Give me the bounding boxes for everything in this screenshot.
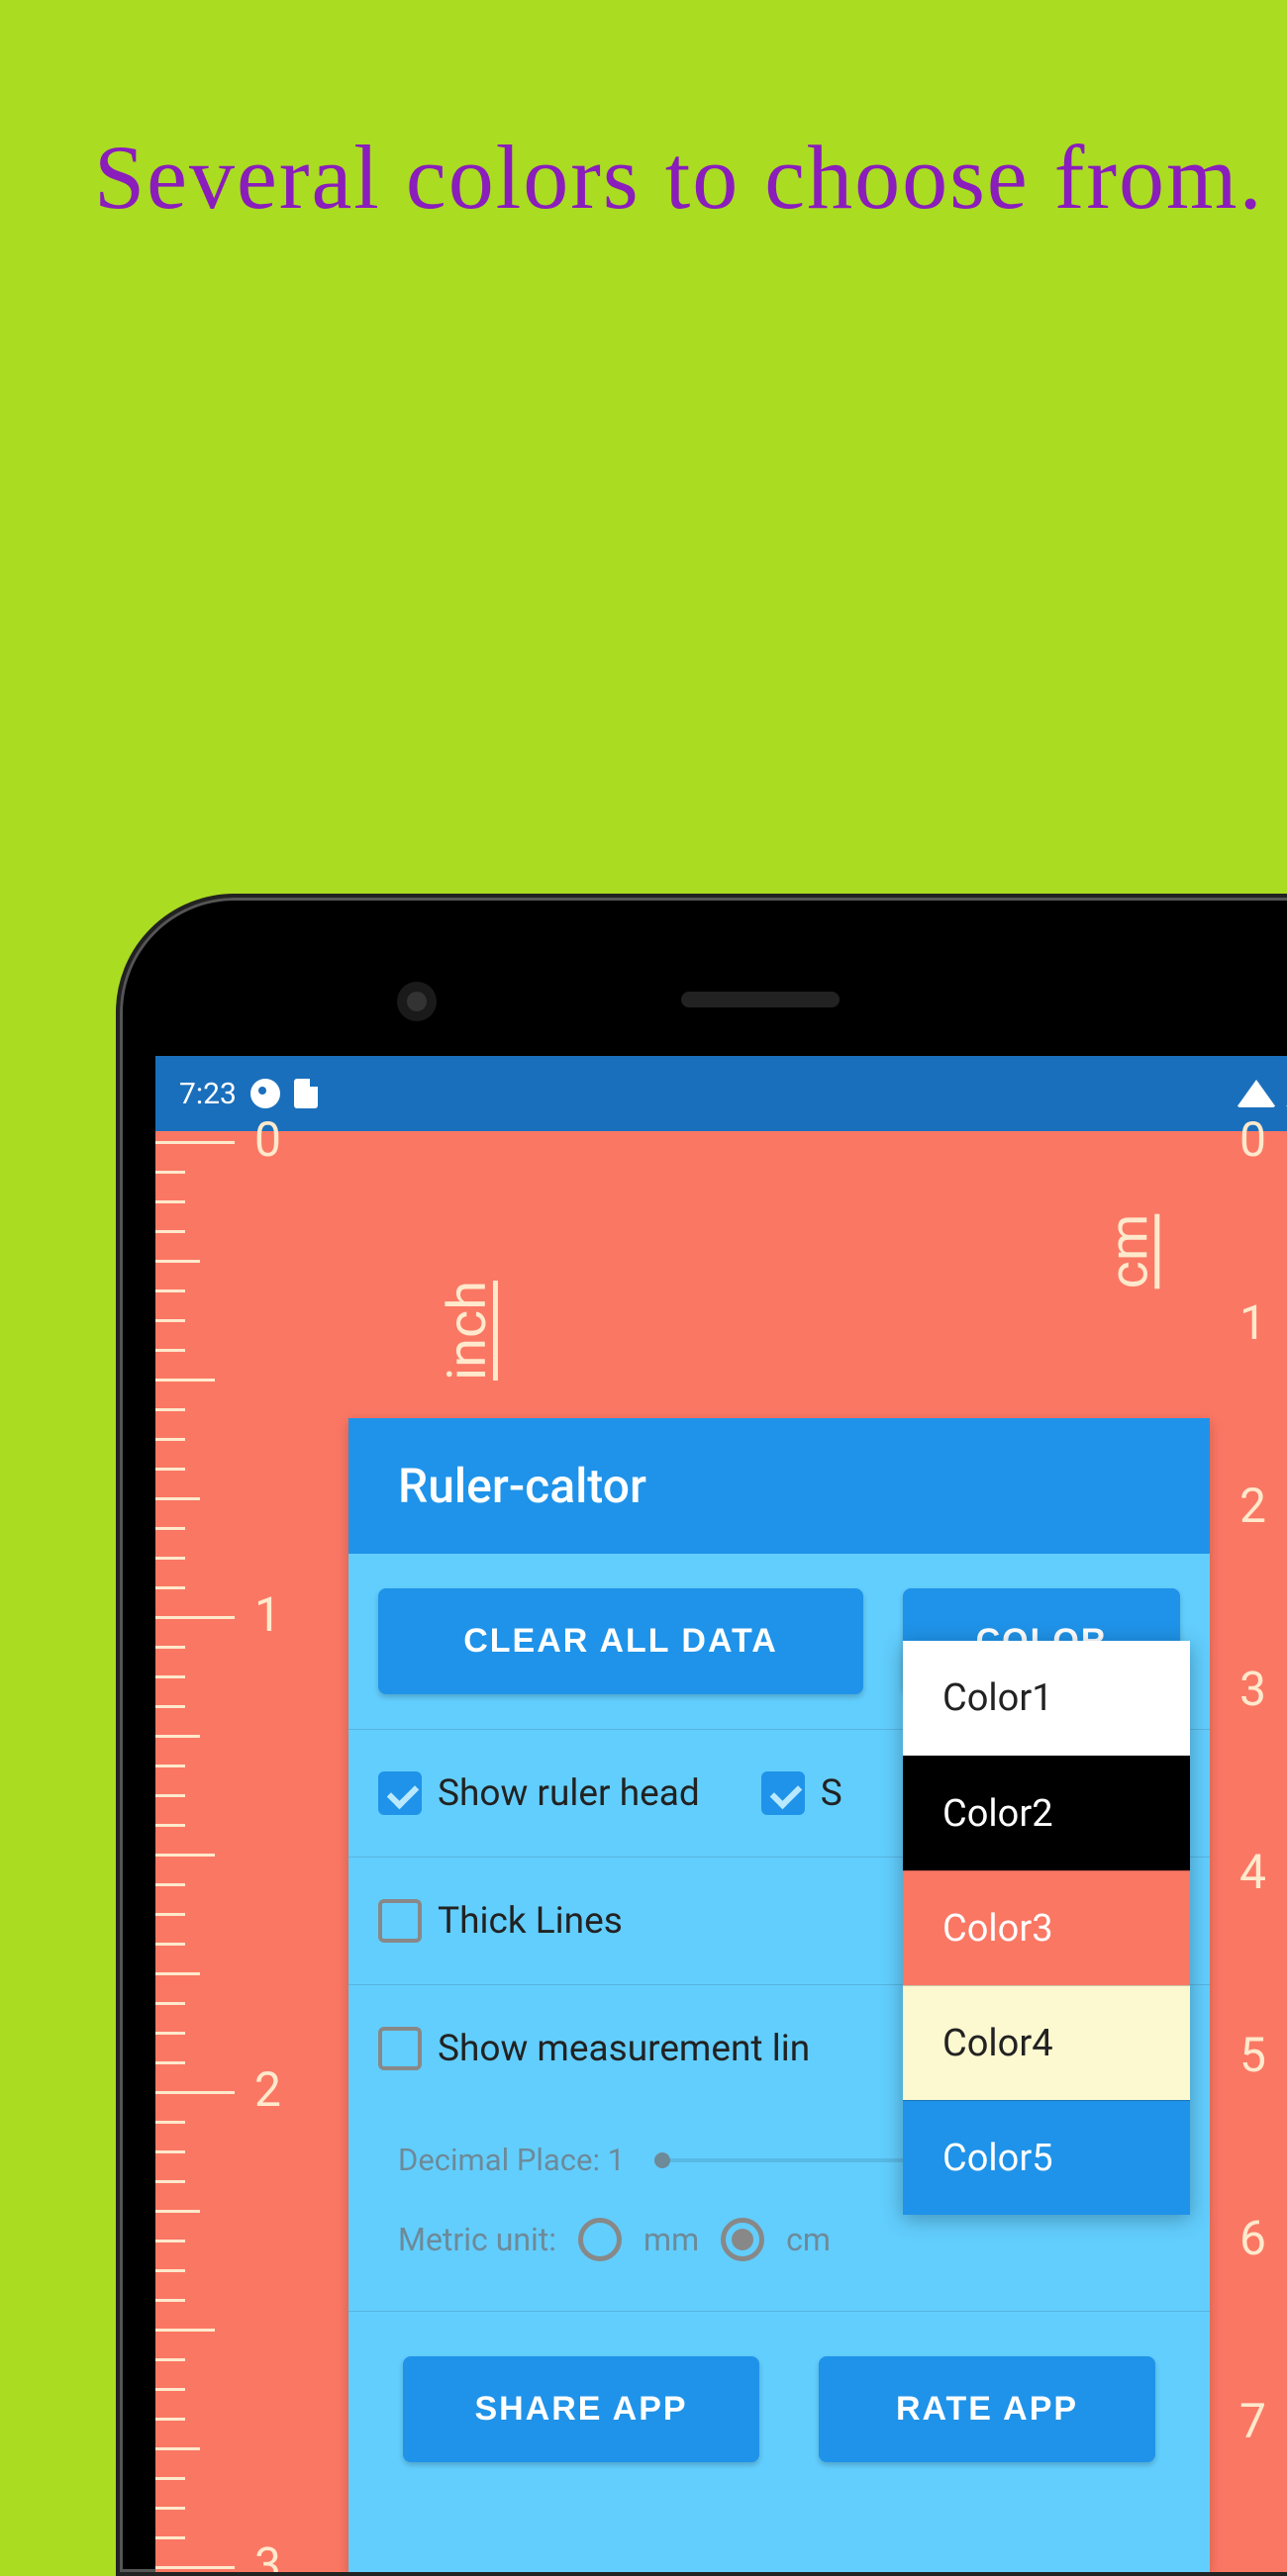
sd-card-icon	[294, 1079, 318, 1108]
inch-unit-label: inch	[437, 1281, 499, 1381]
inch-number: 2	[254, 2061, 281, 2118]
cm-number: 0	[1239, 1111, 1266, 1168]
promo-headline: Several colors to choose from.	[94, 109, 1264, 245]
notification-icon	[250, 1079, 280, 1108]
color-option-5[interactable]: Color5	[903, 2100, 1190, 2215]
cm-number: 4	[1239, 1844, 1266, 1900]
ruler-background: inch cm 0123 0123456789 Ruler-caltor CLE…	[155, 1131, 1287, 2572]
inch-number: 3	[254, 2536, 281, 2572]
show-ruler-head-checkbox[interactable]	[378, 1771, 422, 1815]
inch-number: 1	[254, 1586, 281, 1643]
thick-lines-label: Thick Lines	[438, 1900, 623, 1943]
rate-app-button[interactable]: RATE APP	[819, 2356, 1155, 2462]
second-checkbox[interactable]	[761, 1771, 805, 1815]
color-dropdown: Color1 Color2 Color3 Color4 Color5	[903, 1641, 1190, 2215]
phone-camera	[397, 982, 437, 1021]
cm-number: 5	[1239, 2027, 1266, 2083]
show-measurement-line-label: Show measurement lin	[438, 2028, 810, 2070]
clear-all-data-button[interactable]: CLEAR ALL DATA	[378, 1588, 863, 1694]
status-bar: 7:23	[155, 1056, 1287, 1131]
cm-label: cm	[786, 2221, 831, 2258]
wifi-icon	[1237, 1080, 1276, 1107]
second-checkbox-label: S	[821, 1772, 842, 1815]
cm-number: 6	[1239, 2210, 1266, 2266]
phone-frame: 7:23 inch cm 0123 0123456789 Ruler-calto…	[116, 894, 1287, 2576]
dialog-title: Ruler-caltor	[348, 1418, 1210, 1554]
cm-radio[interactable]	[721, 2218, 764, 2261]
phone-screen: 7:23 inch cm 0123 0123456789 Ruler-calto…	[155, 1056, 1287, 2572]
cm-unit-label: cm	[1099, 1214, 1161, 1289]
thick-lines-checkbox[interactable]	[378, 1899, 422, 1943]
color-option-1[interactable]: Color1	[903, 1641, 1190, 1756]
color-option-3[interactable]: Color3	[903, 1870, 1190, 1985]
inch-number: 0	[254, 1111, 281, 1168]
mm-radio[interactable]	[578, 2218, 622, 2261]
cm-number: 1	[1239, 1294, 1266, 1351]
metric-unit-label: Metric unit:	[398, 2221, 556, 2258]
decimal-place-label: Decimal Place: 1	[398, 2142, 625, 2178]
cm-number: 3	[1239, 1661, 1266, 1717]
show-measurement-line-checkbox[interactable]	[378, 2027, 422, 2070]
status-time: 7:23	[179, 1077, 237, 1111]
cm-number: 7	[1239, 2393, 1266, 2449]
share-app-button[interactable]: SHARE APP	[403, 2356, 759, 2462]
color-option-2[interactable]: Color2	[903, 1756, 1190, 1870]
settings-dialog: Ruler-caltor CLEAR ALL DATA COLOR Show r…	[348, 1418, 1210, 2572]
inch-ruler-ticks: 0123	[155, 1131, 254, 2572]
mm-label: mm	[644, 2221, 699, 2258]
color-option-4[interactable]: Color4	[903, 1985, 1190, 2100]
cm-number: 2	[1239, 1478, 1266, 1534]
phone-speaker	[681, 992, 840, 1007]
show-ruler-head-label: Show ruler head	[438, 1772, 700, 1815]
cm-ruler-ticks: 0123456789	[1266, 1131, 1287, 2572]
